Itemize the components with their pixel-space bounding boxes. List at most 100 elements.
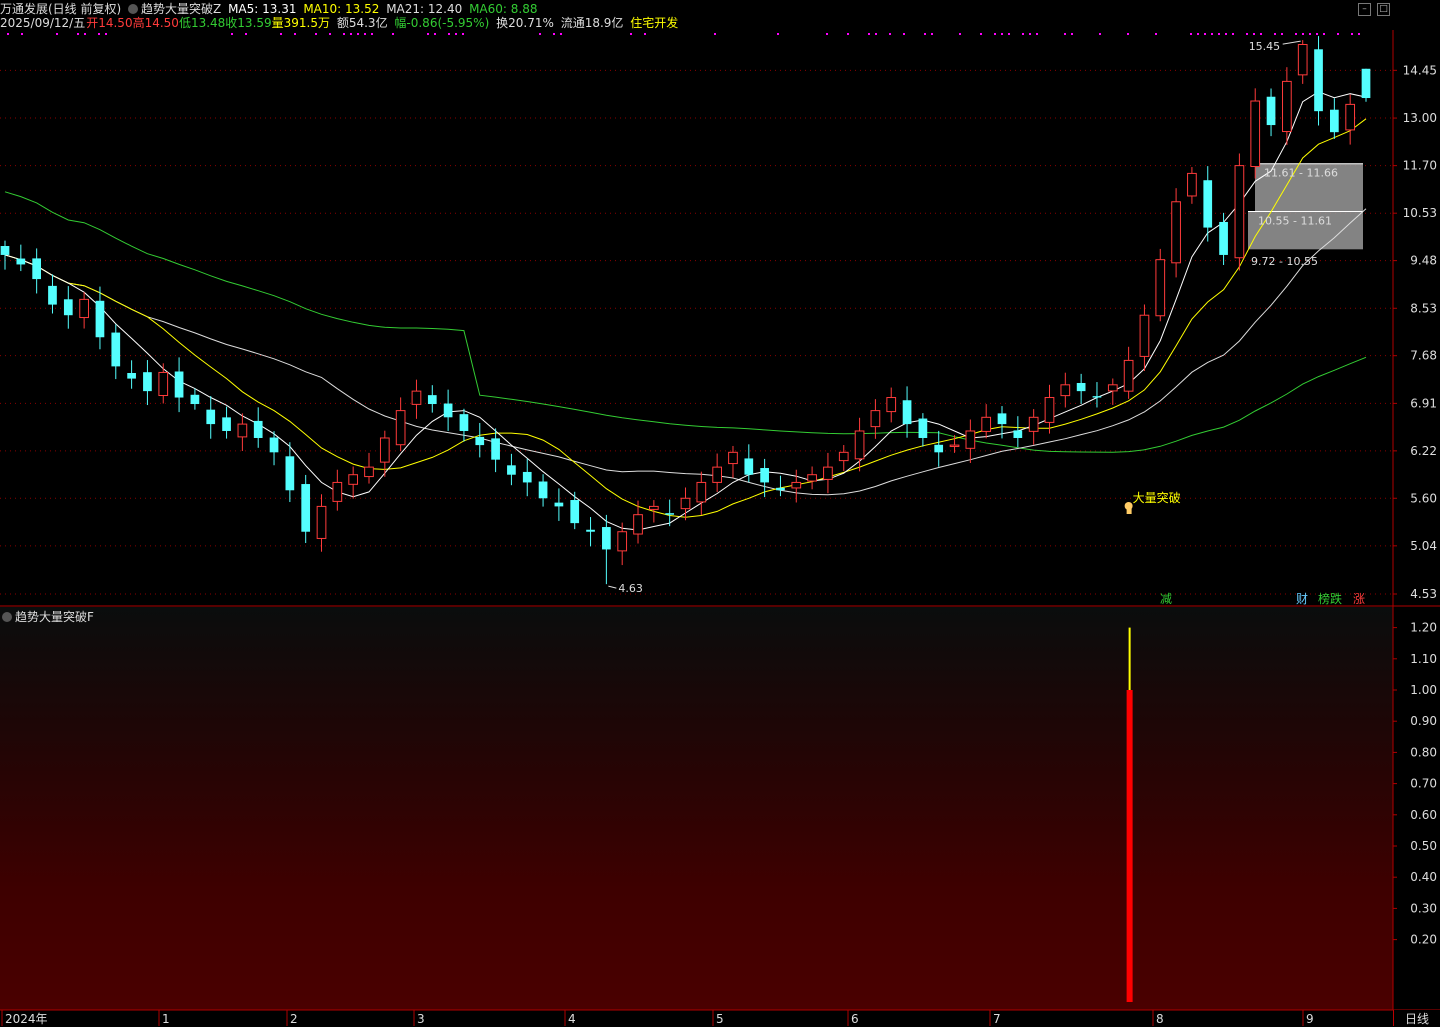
- signal-dot: [245, 33, 247, 35]
- axis-layer: 14.45 13.00 11.70 10.53 9.48 8.53 7.68 6.91 6.22…: [0, 30, 1440, 1026]
- sub-tick-label: 1.10: [1410, 652, 1437, 666]
- candle-body-up: [348, 474, 359, 485]
- candle-body-down: [1092, 396, 1102, 398]
- period-label[interactable]: 日线: [1393, 1010, 1440, 1026]
- x-tick-label: 4: [568, 1012, 576, 1026]
- sub-tick-label: 0.50: [1410, 839, 1437, 853]
- signal-dot: [959, 33, 961, 35]
- signal-dot: [1225, 33, 1227, 35]
- signal-dot: [315, 33, 317, 35]
- signal-dot: [371, 33, 373, 35]
- sub-panel-title[interactable]: 趋势大量突破F: [2, 608, 94, 625]
- candle-body-down: [918, 418, 928, 438]
- candle-body-up: [411, 390, 422, 405]
- candle-body-up: [696, 481, 707, 503]
- signal-dot: [630, 33, 632, 35]
- candle-body-down: [1219, 221, 1228, 255]
- hand-pointer-icon-base: [1126, 506, 1132, 514]
- signal-dot: [21, 33, 23, 35]
- signal-bar-yellow: [1128, 627, 1131, 690]
- signal-dot: [1246, 33, 1248, 35]
- candle-body-down: [760, 468, 769, 483]
- candle-body-down: [63, 299, 73, 316]
- candle-body-down: [222, 417, 231, 431]
- signal-dot: [903, 33, 905, 35]
- price-tick-label: 14.45: [1403, 63, 1437, 77]
- candle-body-down: [602, 527, 611, 550]
- signal-dot: [889, 33, 891, 35]
- sub-panel-title-text: 趋势大量突破F: [15, 610, 94, 624]
- zone-label-2: 10.55 - 11.61: [1258, 214, 1332, 227]
- price-tick-label: 11.70: [1403, 159, 1437, 173]
- candle-body-down: [475, 436, 485, 446]
- candle-body-down: [997, 413, 1007, 425]
- x-axis-layer: 2024年 1 2 3 4 5 6 7 8 9: [0, 1009, 1440, 1026]
- signal-dot: [1337, 33, 1339, 35]
- sub-tick-label: 0.80: [1410, 745, 1437, 759]
- signal-dot: [455, 33, 457, 35]
- candle-body-up: [633, 514, 643, 535]
- signal-dot: [1260, 33, 1262, 35]
- signal-dot: [847, 33, 849, 35]
- x-tick-label: 2024年: [5, 1012, 48, 1026]
- sub-tick-label: 1.00: [1410, 683, 1437, 697]
- price-tick-label: 6.91: [1410, 396, 1437, 410]
- candle-body-down: [491, 438, 500, 460]
- price-tick-label: 9.48: [1410, 254, 1437, 268]
- candle-body-up: [854, 430, 865, 460]
- candle-body-down: [427, 395, 437, 405]
- signal-dot: [1001, 33, 1003, 35]
- price-tick-label: 5.04: [1410, 539, 1437, 553]
- candle-body-down: [538, 481, 548, 499]
- candle-body-down: [16, 258, 26, 265]
- x-tick-label: 5: [716, 1012, 724, 1026]
- zone-label-1: 11.61 - 11.66: [1264, 167, 1338, 180]
- candle-body-down: [111, 332, 121, 367]
- signal-dot: [1351, 33, 1353, 35]
- candle-body-up: [838, 451, 849, 462]
- candle-body-down: [1314, 49, 1323, 112]
- candle-body-up: [1044, 397, 1055, 423]
- signal-dot: [1309, 33, 1311, 35]
- signal-dot: [231, 33, 233, 35]
- sub-tick-label: 0.70: [1410, 777, 1437, 791]
- signal-dot: [77, 33, 79, 35]
- signal-dot: [777, 33, 779, 35]
- candle-body-up: [949, 444, 960, 447]
- sub-indicator-layer: 1.20 1.10 1.00 0.90 0.80 0.70 0.60 0.50 0.40 0.30…: [1126, 621, 1437, 1002]
- x-tick-label: 2: [290, 1012, 298, 1026]
- sub-toggle-icon[interactable]: [2, 612, 12, 622]
- signal-dot: [364, 33, 366, 35]
- signal-dot: [1281, 33, 1283, 35]
- chart-canvas[interactable]: 14.45 13.00 11.70 10.53 9.48 8.53 7.68 6.91 6.22…: [0, 0, 1440, 1026]
- candle-body-up: [1123, 359, 1134, 392]
- candle-body-down: [285, 456, 295, 491]
- signal-dot: [427, 33, 429, 35]
- candle-body-down: [507, 465, 516, 475]
- candle-body-down: [190, 394, 200, 405]
- candle-body-up: [79, 298, 89, 319]
- signal-dot: [1127, 33, 1129, 35]
- x-tick-label: 7: [993, 1012, 1001, 1026]
- x-tick-label: 6: [851, 1012, 859, 1026]
- candle-body-up: [1345, 103, 1356, 131]
- candle-body-up: [870, 410, 881, 428]
- signal-dot: [357, 33, 359, 35]
- candle-body-up: [807, 474, 817, 482]
- candle-body-down: [32, 258, 42, 280]
- price-tick-label: 4.53: [1410, 587, 1437, 601]
- signal-dot: [875, 33, 877, 35]
- candle-body-up: [1250, 100, 1261, 168]
- price-tick-label: 6.22: [1410, 444, 1437, 458]
- ma21-line: [4, 208, 1367, 496]
- signal-dot: [868, 33, 870, 35]
- candle-body-up: [1060, 384, 1071, 397]
- candle-body-down: [301, 484, 311, 532]
- sub-tick-label: 0.40: [1410, 870, 1437, 884]
- candle-body-up: [728, 451, 738, 465]
- candle-body-down: [1361, 68, 1371, 99]
- candle-body-up: [1234, 165, 1245, 259]
- signal-dot: [448, 33, 450, 35]
- signal-dot: [1316, 33, 1318, 35]
- signal-dot: [343, 33, 345, 35]
